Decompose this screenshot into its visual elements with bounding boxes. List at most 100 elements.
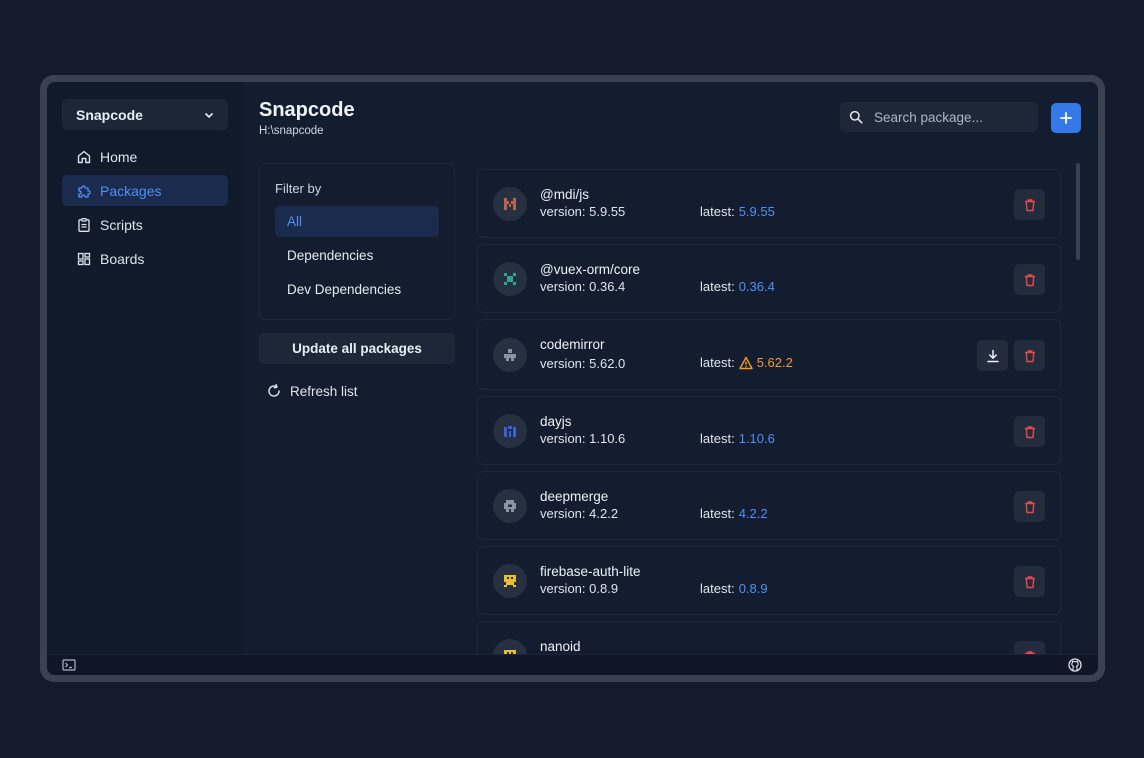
package-avatar-icon xyxy=(493,639,527,655)
package-row: nanoid xyxy=(477,621,1061,655)
github-icon[interactable] xyxy=(1068,658,1082,672)
latest-version: 5.9.55 xyxy=(738,204,775,219)
package-name: codemirror xyxy=(540,337,605,352)
latest-label: latest: xyxy=(700,581,735,596)
refresh-icon xyxy=(268,383,280,397)
sidebar-nav: Home Packages Scripts Boards xyxy=(62,141,228,277)
package-name: dayjs xyxy=(540,414,572,429)
package-latest: latest: 4.2.2 xyxy=(700,506,768,521)
clipboard-icon xyxy=(78,217,90,232)
grid-icon xyxy=(77,252,91,265)
trash-icon xyxy=(1024,575,1035,588)
sidebar-item-label: Packages xyxy=(100,182,162,199)
filter-option-dev-dependencies[interactable]: Dev Dependencies xyxy=(275,274,439,305)
search-input[interactable] xyxy=(872,108,1026,126)
package-row: deepmerge version: 4.2.2 latest: 4.2.2 xyxy=(477,471,1061,540)
add-package-button[interactable] xyxy=(1051,103,1081,133)
package-version: version: 5.9.55 xyxy=(540,204,626,219)
package-version: version: 0.8.9 xyxy=(540,581,619,596)
package-avatar-icon xyxy=(493,414,527,448)
delete-package-button[interactable] xyxy=(1014,641,1045,655)
latest-version: 1.10.6 xyxy=(738,431,775,446)
package-row: @mdi/js version: 5.9.55 latest: 5.9.55 xyxy=(477,169,1061,238)
package-row: @vuex-orm/core version: 0.36.4 latest: 0… xyxy=(477,244,1061,313)
latest-label: latest: xyxy=(700,506,735,521)
package-row: firebase-auth-lite version: 0.8.9 latest… xyxy=(477,546,1061,615)
package-name: @vuex-orm/core xyxy=(540,262,640,277)
package-avatar-icon xyxy=(493,338,527,372)
delete-package-button[interactable] xyxy=(1014,416,1045,447)
chevron-down-icon xyxy=(204,112,214,118)
sidebar-item-label: Boards xyxy=(100,250,145,267)
filter-option-dependencies[interactable]: Dependencies xyxy=(275,240,439,271)
package-list-scrollbar[interactable] xyxy=(1076,163,1080,260)
project-select-label: Snapcode xyxy=(76,106,143,123)
sidebar: Snapcode Home Packages Scripts Boards xyxy=(47,82,244,655)
page-title: Snapcode xyxy=(259,99,355,121)
app-window: Snapcode Home Packages Scripts Boards Sn… xyxy=(40,75,1105,682)
package-name: firebase-auth-lite xyxy=(540,564,641,579)
delete-package-button[interactable] xyxy=(1014,491,1045,522)
app-body: Snapcode Home Packages Scripts Boards Sn… xyxy=(47,82,1098,675)
package-latest: latest: 1.10.6 xyxy=(700,431,775,446)
package-avatar-icon xyxy=(493,489,527,523)
latest-label: latest: xyxy=(700,204,735,219)
refresh-label: Refresh list xyxy=(290,383,358,399)
project-path: H:\snapcode xyxy=(259,125,324,137)
terminal-icon[interactable] xyxy=(62,658,76,672)
sidebar-item-scripts[interactable]: Scripts xyxy=(62,209,228,240)
trash-icon xyxy=(1024,273,1035,286)
refresh-list-button[interactable]: Refresh list xyxy=(266,383,358,399)
trash-icon xyxy=(1024,500,1035,513)
latest-label: latest: xyxy=(700,431,735,446)
status-bar xyxy=(47,654,1098,675)
package-latest: latest: 5.62.2 xyxy=(700,355,793,370)
latest-version: 4.2.2 xyxy=(738,506,768,521)
package-name: @mdi/js xyxy=(540,187,589,202)
package-name: deepmerge xyxy=(540,489,609,504)
update-all-button[interactable]: Update all packages xyxy=(259,333,455,364)
latest-version: 0.8.9 xyxy=(738,581,768,596)
sidebar-item-label: Home xyxy=(100,148,138,165)
search-box[interactable] xyxy=(840,102,1038,132)
delete-package-button[interactable] xyxy=(1014,264,1045,295)
warning-icon xyxy=(738,356,753,369)
latest-version: 5.62.2 xyxy=(756,355,793,370)
trash-icon xyxy=(1024,198,1035,211)
trash-icon xyxy=(1024,425,1035,438)
delete-package-button[interactable] xyxy=(1014,340,1045,371)
package-version: version: 1.10.6 xyxy=(540,431,626,446)
sidebar-item-label: Scripts xyxy=(100,216,143,233)
package-version: version: 5.62.0 xyxy=(540,356,626,371)
plus-icon xyxy=(1060,112,1072,124)
latest-label: latest: xyxy=(700,355,735,370)
sidebar-item-boards[interactable]: Boards xyxy=(62,243,228,274)
latest-version: 0.36.4 xyxy=(738,279,775,294)
filter-title: Filter by xyxy=(275,181,322,196)
puzzle-icon xyxy=(78,184,91,198)
search-icon xyxy=(849,110,863,124)
latest-label: latest: xyxy=(700,279,735,294)
package-avatar-icon xyxy=(493,564,527,598)
delete-package-button[interactable] xyxy=(1014,189,1045,220)
main-content: Snapcode H:\snapcode Filter by All Depen… xyxy=(244,82,1098,655)
package-row: codemirror version: 5.62.0 latest: 5.62.… xyxy=(477,319,1061,390)
package-avatar-icon xyxy=(493,262,527,296)
package-name: nanoid xyxy=(540,639,581,654)
project-select[interactable]: Snapcode xyxy=(62,99,228,130)
package-latest: latest: 0.36.4 xyxy=(700,279,775,294)
package-avatar-icon xyxy=(493,187,527,221)
package-version: version: 0.36.4 xyxy=(540,279,626,294)
package-latest: latest: 0.8.9 xyxy=(700,581,768,596)
trash-icon xyxy=(1024,349,1035,362)
sidebar-item-packages[interactable]: Packages xyxy=(62,175,228,206)
package-version: version: 4.2.2 xyxy=(540,506,619,521)
package-list: @mdi/js version: 5.9.55 latest: 5.9.55 @… xyxy=(477,169,1061,655)
delete-package-button[interactable] xyxy=(1014,566,1045,597)
package-latest: latest: 5.9.55 xyxy=(700,204,775,219)
sidebar-item-home[interactable]: Home xyxy=(62,141,228,172)
update-package-button[interactable] xyxy=(977,340,1008,371)
filter-panel: Filter by All Dependencies Dev Dependenc… xyxy=(259,163,455,320)
filter-option-all[interactable]: All xyxy=(275,206,439,237)
home-icon xyxy=(77,150,91,163)
